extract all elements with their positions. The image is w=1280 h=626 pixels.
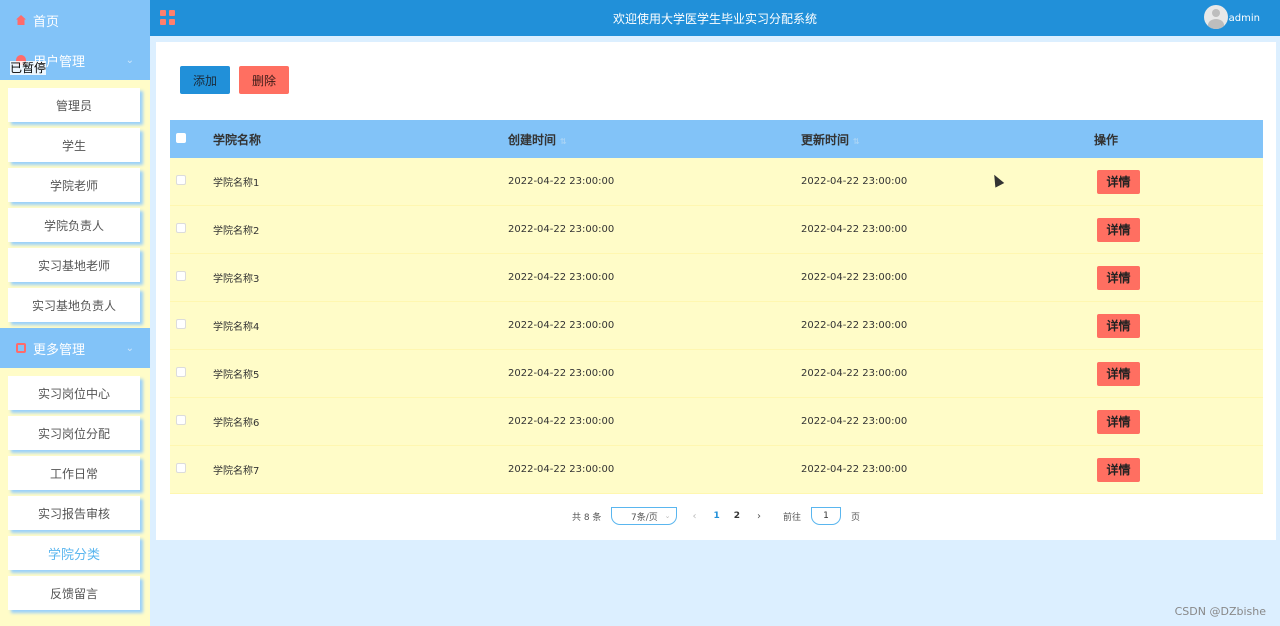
cell-created: 2022-04-22 23:00:00 <box>508 272 615 283</box>
detail-button[interactable]: 详情 <box>1097 361 1140 386</box>
sidebar-menu-item[interactable]: 学院负责人 <box>8 208 140 242</box>
table-header: 学院名称 创建时间 ⇅ 更新时间 ⇅ 操作 <box>170 120 1263 158</box>
college-table: 学院名称 创建时间 ⇅ 更新时间 ⇅ 操作 学院名称1 2022-04-22 23:0… <box>170 120 1263 494</box>
chevron-down-icon: ⌄ <box>125 342 134 354</box>
chevron-down-icon: ⌄ <box>125 54 134 66</box>
page-number[interactable]: 1 <box>713 511 719 521</box>
sidebar-menu-item[interactable]: 实习报告审核 <box>8 496 140 530</box>
row-checkbox[interactable] <box>176 367 186 377</box>
sidebar-menu-item[interactable]: 管理员 <box>8 88 140 122</box>
page-number[interactable]: 2 <box>734 511 740 521</box>
detail-button[interactable]: 详情 <box>1097 313 1140 338</box>
column-header-label: 更新时间 <box>801 132 850 147</box>
cell-created: 2022-04-22 23:00:00 <box>508 320 615 331</box>
username-label[interactable]: admin <box>1229 13 1260 24</box>
sidebar-item-label: 首页 <box>33 14 60 30</box>
goto-label: 前往 <box>782 512 801 523</box>
cell-name: 学院名称2 <box>213 226 260 237</box>
sidebar-group-label: 更多管理 <box>33 342 86 358</box>
detail-button[interactable]: 详情 <box>1097 409 1140 434</box>
cell-name: 学院名称3 <box>213 274 260 285</box>
cell-updated: 2022-04-22 23:00:00 <box>801 416 908 427</box>
table-row: 学院名称7 2022-04-22 23:00:00 2022-04-22 23:00… <box>170 446 1263 494</box>
page-suffix: 页 <box>850 512 860 523</box>
column-header-ops: 操作 <box>1094 132 1119 147</box>
next-page-icon[interactable]: › <box>757 511 761 522</box>
page-size-select[interactable]: 7条/页 ⌄ <box>611 507 678 525</box>
cell-updated: 2022-04-22 23:00:00 <box>801 368 908 379</box>
detail-button[interactable]: 详情 <box>1097 457 1140 482</box>
cell-name: 学院名称6 <box>213 418 260 429</box>
table-row: 学院名称1 2022-04-22 23:00:00 2022-04-22 23:00… <box>170 158 1263 206</box>
cell-updated: 2022-04-22 23:00:00 <box>801 320 908 331</box>
table-body: 学院名称1 2022-04-22 23:00:00 2022-04-22 23:00… <box>170 158 1263 494</box>
paused-overlay: 已暂停 <box>10 61 47 75</box>
column-header-label: 创建时间 <box>508 132 557 147</box>
column-header-updated[interactable]: 更新时间 ⇅ <box>801 131 1094 148</box>
cell-created: 2022-04-22 23:00:00 <box>508 416 615 427</box>
sidebar-menu-item[interactable]: 学院老师 <box>8 168 140 202</box>
cell-name: 学院名称5 <box>213 370 260 381</box>
more-management-menu: 实习岗位中心 实习岗位分配 工作日常实习报告审核 学院分类反馈留言 <box>0 368 150 610</box>
row-checkbox[interactable] <box>176 271 186 281</box>
sidebar-menu-item[interactable]: 实习基地负责人 <box>8 288 140 322</box>
sidebar-menu-item[interactable]: 工作日常 <box>8 456 140 490</box>
pagination: 共 8 条 7条/页 ⌄ ‹ 1 2 › 前往 1 页 <box>156 507 1276 525</box>
table-row: 学院名称2 2022-04-22 23:00:00 2022-04-22 23:00… <box>170 206 1263 254</box>
sidebar-menu-item[interactable]: 实习岗位分配 <box>8 416 140 450</box>
cell-updated: 2022-04-22 23:00:00 <box>801 272 908 283</box>
sidebar-group-more-management[interactable]: 更多管理 ⌄ <box>0 328 150 368</box>
row-checkbox[interactable] <box>176 175 186 185</box>
table-row: 学院名称6 2022-04-22 23:00:00 2022-04-22 23:00… <box>170 398 1263 446</box>
column-header-created[interactable]: 创建时间 ⇅ <box>508 131 801 148</box>
detail-button[interactable]: 详情 <box>1097 265 1140 290</box>
add-button[interactable]: 添加 <box>180 66 230 94</box>
delete-button[interactable]: 删除 <box>239 66 289 94</box>
user-management-menu: 管理员学生学院老师学院负责人实习基地老师 实习基地负责人 <box>0 80 150 322</box>
cell-created: 2022-04-22 23:00:00 <box>508 224 615 235</box>
cell-updated: 2022-04-22 23:00:00 <box>801 464 908 475</box>
row-checkbox[interactable] <box>176 463 186 473</box>
total-count: 共 8 条 <box>571 512 602 523</box>
avatar[interactable] <box>1204 5 1228 29</box>
cell-name: 学院名称4 <box>213 322 260 333</box>
row-checkbox[interactable] <box>176 223 186 233</box>
cell-created: 2022-04-22 23:00:00 <box>508 464 615 475</box>
goto-page-input[interactable]: 1 <box>810 507 841 525</box>
table-row: 学院名称3 2022-04-22 23:00:00 2022-04-22 23:00… <box>170 254 1263 302</box>
grid-icon <box>16 343 26 353</box>
sort-icon[interactable]: ⇅ <box>560 137 567 146</box>
row-checkbox[interactable] <box>176 319 186 329</box>
cell-name: 学院名称7 <box>213 466 260 477</box>
table-row: 学院名称5 2022-04-22 23:00:00 2022-04-22 23:00… <box>170 350 1263 398</box>
page-size-value: 7条/页 <box>631 512 658 523</box>
sidebar-menu-item[interactable]: 实习岗位中心 <box>8 376 140 410</box>
sort-icon[interactable]: ⇅ <box>853 137 860 146</box>
sidebar-menu-item[interactable]: 反馈留言 <box>8 576 140 610</box>
table-row: 学院名称4 2022-04-22 23:00:00 2022-04-22 23:00… <box>170 302 1263 350</box>
sidebar-menu-item[interactable]: 学生 <box>8 128 140 162</box>
cell-created: 2022-04-22 23:00:00 <box>508 368 615 379</box>
cell-updated: 2022-04-22 23:00:00 <box>801 224 908 235</box>
cell-created: 2022-04-22 23:00:00 <box>508 176 615 187</box>
cell-updated: 2022-04-22 23:00:00 <box>801 176 908 187</box>
sidebar-menu-item[interactable]: 学院分类 <box>8 536 140 570</box>
column-header-name: 学院名称 <box>213 132 262 147</box>
main-panel: 添加 删除 学院名称 创建时间 ⇅ 更新时间 ⇅ 操作 学院名称1 2022-04-2… <box>156 42 1276 540</box>
row-checkbox[interactable] <box>176 415 186 425</box>
watermark: CSDN @DZbishe <box>1174 605 1266 618</box>
sidebar-item-home[interactable]: 首页 <box>0 0 150 40</box>
detail-button[interactable]: 详情 <box>1097 217 1140 242</box>
cell-name: 学院名称1 <box>213 178 260 189</box>
sidebar-menu-item[interactable]: 实习基地老师 <box>8 248 140 282</box>
select-all-checkbox[interactable] <box>176 133 186 143</box>
app-title: 欢迎使用大学医学生毕业实习分配系统 <box>612 12 817 26</box>
detail-button[interactable]: 详情 <box>1097 169 1140 194</box>
top-bar: 欢迎使用大学医学生毕业实习分配系统 admin <box>150 0 1280 36</box>
chevron-down-icon: ⌄ <box>664 512 671 520</box>
home-icon <box>16 15 26 25</box>
sidebar: 首页 用户管理 ⌄ 已暂停 管理员 学生 学院老师 学院负责人 实习基地老师 实习基地负责… <box>0 0 150 626</box>
prev-page-icon[interactable]: ‹ <box>692 511 696 522</box>
